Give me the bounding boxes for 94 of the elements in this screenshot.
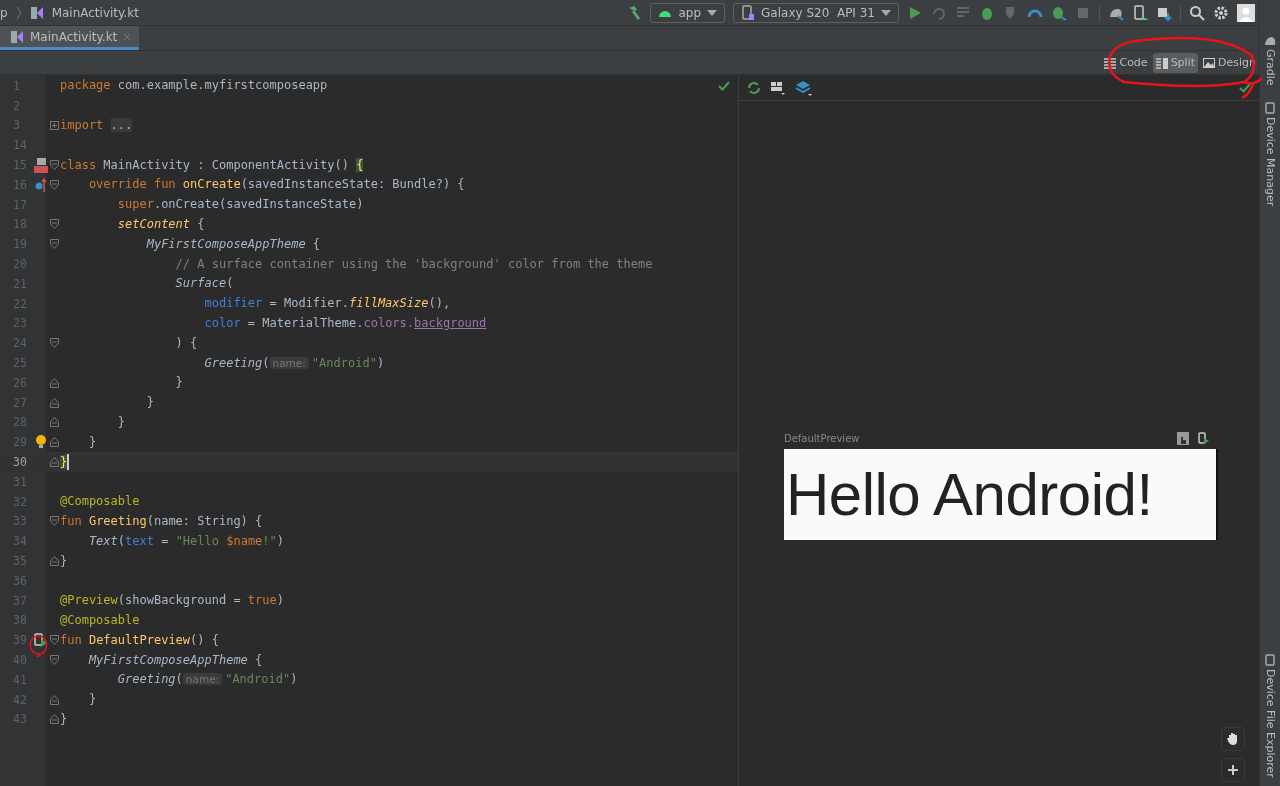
code-line: override fun onCreate(savedInstanceState: Bundle?) {: [87, 176, 465, 194]
bug-icon[interactable]: [1051, 4, 1067, 21]
plus-icon: [1227, 764, 1239, 776]
tool-window-button[interactable]: Device File Explorer: [1260, 646, 1280, 786]
preview-title: DefaultPreview: [784, 433, 861, 444]
code-line: Text(text = "Hello $name!"): [87, 532, 284, 550]
tool-window-button[interactable]: Gradle: [1260, 0, 1280, 94]
tool-window-label: Gradle: [1263, 49, 1277, 86]
layers-icon[interactable]: [795, 79, 813, 96]
avatar-icon[interactable]: [1237, 3, 1255, 22]
lightbulb-icon[interactable]: [36, 435, 46, 450]
fold-icon[interactable]: [49, 655, 59, 665]
device-dropdown[interactable]: Galaxy S20 API 31: [733, 2, 899, 23]
run-icon[interactable]: [907, 4, 923, 21]
fold-icon[interactable]: [49, 179, 59, 190]
phone-icon: [741, 4, 756, 21]
lines-icon: [1104, 56, 1117, 69]
editor-tab[interactable]: MainActivity.kt: [0, 26, 140, 50]
code-line: package com.example.myfirstcomposeapp: [60, 77, 328, 95]
phone-icon: [1264, 654, 1276, 667]
code-line: }: [87, 691, 97, 709]
zoom-in-button[interactable]: [1221, 758, 1245, 782]
code-line: fun Greeting(name: String) {: [60, 512, 263, 530]
kotlin-file-icon: [10, 29, 24, 44]
code-line: fun DefaultPreview() {: [60, 631, 219, 649]
override-icon[interactable]: [35, 177, 47, 192]
code-line: }: [174, 374, 183, 392]
code-line: modifier = Modifier.fillMaxSize(),: [203, 295, 451, 313]
phone-run-icon[interactable]: [34, 633, 48, 648]
fold-icon[interactable]: [49, 377, 59, 388]
code-line: color = MaterialTheme.colors.background: [203, 314, 487, 332]
code-line: Surface(: [174, 275, 234, 293]
tool-window-button[interactable]: Device Manager: [1260, 93, 1280, 214]
fold-icon[interactable]: [49, 556, 59, 566]
view-mode-button[interactable]: Split: [1152, 52, 1198, 73]
code-line: ) {: [174, 334, 198, 352]
code-line: class MainActivity : ComponentActivity() {: [60, 156, 364, 174]
code-line: MyFirstComposeAppTheme {: [145, 235, 321, 253]
run-config-dropdown[interactable]: app: [650, 2, 726, 23]
tool-window-label: Device File Explorer: [1263, 669, 1277, 778]
check-icon: [718, 80, 730, 91]
code-line: }: [87, 433, 97, 451]
code-line: import ...: [60, 116, 133, 134]
split-view-icon: [1155, 56, 1168, 69]
code-line: }: [60, 552, 68, 570]
code-line: // A surface container using the 'background' color from the theme: [174, 255, 653, 273]
fold-icon[interactable]: [49, 714, 59, 725]
code-line: MyFirstComposeAppTheme {: [87, 651, 263, 669]
close-icon[interactable]: [123, 32, 132, 41]
caret-icon: [707, 9, 718, 16]
fold-icon[interactable]: [49, 338, 59, 349]
breadcrumb-item[interactable]: MainActivity.kt: [51, 5, 139, 20]
phone-icon: [1264, 101, 1276, 114]
fold-icon[interactable]: [49, 516, 59, 527]
phone-run-icon[interactable]: [1198, 432, 1210, 445]
fold-icon[interactable]: [49, 219, 59, 230]
code-line: }: [145, 394, 154, 412]
expand-icon[interactable]: [49, 121, 59, 130]
view-mode-button[interactable]: Code: [1101, 52, 1151, 73]
fold-icon[interactable]: [49, 239, 59, 250]
refresh-icon[interactable]: [747, 80, 761, 95]
fold-icon[interactable]: [49, 437, 59, 448]
fold-icon[interactable]: [49, 635, 59, 646]
code-line: setContent {: [116, 215, 205, 233]
fold-icon[interactable]: [49, 694, 59, 705]
chevron-icon: [15, 5, 22, 20]
caret-icon: [881, 9, 891, 16]
kotlin-file-icon: [29, 5, 44, 20]
code-line: Greeting( name: "Android"): [116, 671, 298, 689]
code-line: }: [60, 710, 68, 728]
preview-text: Hello Android!: [785, 460, 1153, 529]
pan-button[interactable]: [1221, 727, 1245, 751]
check-icon: [1239, 82, 1251, 93]
code-line: }: [116, 413, 126, 431]
search-icon[interactable]: [1189, 4, 1205, 21]
image-icon: [1203, 56, 1215, 69]
interactive-mode-icon[interactable]: [1177, 432, 1189, 445]
settings-icon[interactable]: [1213, 4, 1229, 21]
tool-window-label: Device Manager: [1263, 116, 1277, 206]
code-line: @Composable: [60, 611, 140, 629]
code-line: Greeting( name: "Android"): [203, 354, 385, 372]
line-number: 30: [12, 455, 28, 470]
class-icon[interactable]: [34, 157, 48, 174]
phone-icon[interactable]: [1132, 4, 1148, 21]
fold-icon[interactable]: [49, 160, 59, 171]
code-line: super.onCreate(savedInstanceState): [116, 196, 364, 214]
code-line: @Composable: [60, 493, 140, 511]
fold-icon[interactable]: [49, 457, 59, 468]
layout-icon[interactable]: [770, 80, 786, 95]
fold-icon[interactable]: [49, 397, 59, 408]
hand-icon: [1226, 732, 1240, 746]
fold-icon[interactable]: [49, 417, 59, 428]
breadcrumb-item[interactable]: p: [0, 5, 8, 20]
code-line: @Preview(showBackground = true): [60, 592, 284, 610]
